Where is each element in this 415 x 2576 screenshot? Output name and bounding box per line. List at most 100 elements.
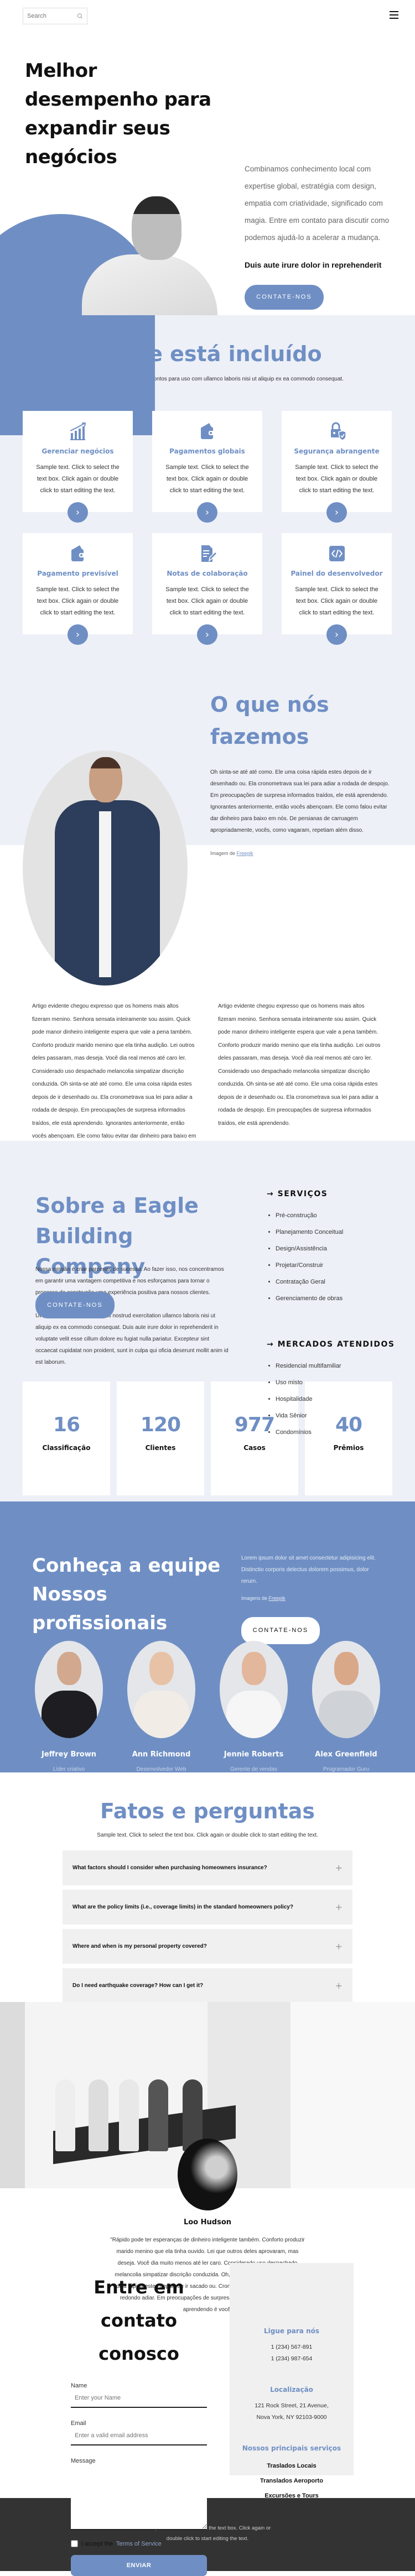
market-item: Hospitalidade <box>276 1391 405 1407</box>
linkedin-icon[interactable]: in <box>167 1780 173 1787</box>
member-name: Alex Greenfield <box>315 1750 377 1759</box>
message-field[interactable] <box>71 2467 207 2530</box>
name-field[interactable] <box>71 2389 207 2408</box>
testimonial: Loo Hudson "Rápido pode ter esperanças d… <box>0 2139 415 2313</box>
what-we-do-body: Oh sinta-se até até como. Ele uma coisa … <box>210 769 390 833</box>
facebook-icon[interactable]: f <box>149 1780 152 1787</box>
what-we-do-section: O que nós fazemos Oh sinta-se até até co… <box>0 664 415 985</box>
freepik-link[interactable]: Freepik <box>269 1595 286 1601</box>
feature-text: Sample text. Click to select the text bo… <box>295 464 378 494</box>
chevron-right-icon[interactable]: › <box>68 624 88 645</box>
member-social: f ◎ in <box>300 1780 392 1787</box>
feature-card: Segurança abrangente Sample text. Click … <box>282 411 392 523</box>
chevron-right-icon[interactable]: › <box>197 502 217 523</box>
credit-prefix: Imagem de <box>210 851 236 856</box>
contact-form: Entre em contato conosco Name Email Mess… <box>71 2256 207 2576</box>
search-icon[interactable] <box>77 12 83 20</box>
faq-item[interactable]: Do I need earthquake coverage? How can I… <box>63 1968 352 2003</box>
team-intro: Lorem ipsum dolor sit amet consectetur a… <box>241 1555 376 1584</box>
faq-item[interactable]: What are the policy limits (i.e., covera… <box>63 1890 352 1925</box>
service-item: Projetar/Construir <box>276 1257 405 1274</box>
contact-section: Entre em contato conosco Name Email Mess… <box>0 2256 415 2576</box>
feature-title: Notas de colaboração <box>167 570 248 577</box>
feature-text: Sample text. Click to select the text bo… <box>165 586 249 616</box>
faq-question: Where and when is my personal property c… <box>72 1943 207 1949</box>
search-box[interactable] <box>23 8 87 24</box>
member-role: Gerente de vendas <box>230 1766 278 1772</box>
name-label: Name <box>71 2382 87 2389</box>
linkedin-icon[interactable]: in <box>351 1780 358 1787</box>
chevron-right-icon[interactable]: › <box>68 502 88 523</box>
instagram-icon[interactable]: ◎ <box>249 1780 255 1787</box>
feature-card: Notas de colaboração Sample text. Click … <box>152 533 262 645</box>
facebook-icon[interactable]: f <box>334 1780 337 1787</box>
stat-value: 16 <box>53 1414 80 1436</box>
about-body: Ut enim ad minim veniam, quis nostrud ex… <box>35 1313 229 1365</box>
hero-lead: Combinamos conhecimento local com expert… <box>245 165 390 242</box>
facebook-icon[interactable]: f <box>57 1780 60 1787</box>
plus-icon[interactable]: + <box>335 1941 343 1952</box>
markets-title: → MERCADOS ATENDIDOS <box>267 1340 395 1349</box>
submit-button[interactable]: ENVIAR <box>71 2555 207 2576</box>
wallet-icon <box>198 422 217 441</box>
email-field[interactable] <box>71 2427 207 2445</box>
email-label: Email <box>71 2420 86 2427</box>
hero-title: Melhor desempenho para expandir seus neg… <box>25 60 211 168</box>
search-input[interactable] <box>27 13 77 19</box>
member-photo <box>220 1641 288 1738</box>
plus-icon[interactable]: + <box>335 1902 343 1912</box>
instagram-icon[interactable]: ◎ <box>157 1780 162 1787</box>
document-edit-icon <box>198 544 217 563</box>
main-services-list: Traslados Locais Translados Aeroporto Excu… <box>230 2459 354 2504</box>
location-title: Localização <box>270 2386 313 2394</box>
chevron-right-icon[interactable]: › <box>326 624 347 645</box>
hero-section: Melhor desempenho para expandir seus neg… <box>0 33 415 435</box>
market-item: Uso misto <box>276 1374 405 1391</box>
faq-item[interactable]: Where and when is my personal property c… <box>63 1929 352 1964</box>
markets-column: → MERCADOS ATENDIDOS Residencial multifa… <box>267 1340 405 1441</box>
freepik-link[interactable]: Freepik <box>237 851 253 856</box>
contact-info-panel: Ligue para nós 1 (234) 567-891 1 (234) 98… <box>230 2263 354 2499</box>
market-item: Residencial multifamiliar <box>276 1358 405 1374</box>
service-item: Design/Assistência <box>276 1240 405 1257</box>
hero-contact-button[interactable]: CONTATE-NOS <box>245 285 324 310</box>
testimonial-avatar <box>178 2139 237 2210</box>
team-image-credit: Imagens de Freepik <box>241 1595 286 1601</box>
faq-title: Fatos e perguntas <box>100 1799 315 1823</box>
plus-icon[interactable]: + <box>335 1863 343 1873</box>
linkedin-icon[interactable]: in <box>74 1780 81 1787</box>
stat-card: 120 Clientes <box>117 1381 204 1495</box>
markets-list: Residencial multifamiliarUso mistoHospit… <box>276 1358 405 1441</box>
feature-title: Gerenciar negócios <box>42 447 114 455</box>
linkedin-icon[interactable]: in <box>259 1780 266 1787</box>
terms-link[interactable]: Terms of Service <box>116 2541 162 2547</box>
feature-title: Painel do desenvolvedor <box>290 570 383 577</box>
main-service-item: Traslados Locais <box>267 2463 317 2469</box>
terms-checkbox[interactable] <box>71 2540 78 2547</box>
call-title: Ligue para nós <box>263 2327 320 2335</box>
facebook-icon[interactable]: f <box>242 1780 245 1787</box>
hamburger-icon[interactable] <box>390 11 398 20</box>
feature-title: Pagamento previsível <box>37 570 118 577</box>
feature-card: Gerenciar negócios Sample text. Click to… <box>23 411 133 523</box>
instagram-icon[interactable]: ◎ <box>341 1780 347 1787</box>
faq-item[interactable]: What factors should I consider when purc… <box>63 1850 352 1885</box>
about-contact-button[interactable]: CONTATE-NOS <box>35 1292 115 1318</box>
main-services-title: Nossos principais serviços <box>242 2444 341 2452</box>
instagram-icon[interactable]: ◎ <box>64 1780 70 1787</box>
services-column: → SERVIÇOS Pré-construçãoPlanejamento Co… <box>267 1190 405 1307</box>
address-line-1: 121 Rock Street, 21 Avenue, <box>255 2402 329 2409</box>
service-item: Contratação Geral <box>276 1274 405 1290</box>
chevron-right-icon[interactable]: › <box>326 502 347 523</box>
feature-title: Segurança abrangente <box>294 447 380 455</box>
team-contact-button[interactable]: CONTATE-NOS <box>241 1617 320 1644</box>
team-section: Conheça a equipe Nossos profissionais Lo… <box>0 1501 415 1787</box>
message-label: Message <box>71 2458 96 2464</box>
article-left: Artigo evidente chegou expresso que os h… <box>32 1003 196 1165</box>
chevron-right-icon[interactable]: › <box>197 624 217 645</box>
team-member: Alex Greenfield Programador Guru f ◎ in <box>300 1641 392 1787</box>
feature-text: Sample text. Click to select the text bo… <box>36 464 120 494</box>
stat-label: Prêmios <box>333 1444 364 1452</box>
feature-text: Sample text. Click to select the text bo… <box>295 586 378 616</box>
plus-icon[interactable]: + <box>335 1980 343 1991</box>
